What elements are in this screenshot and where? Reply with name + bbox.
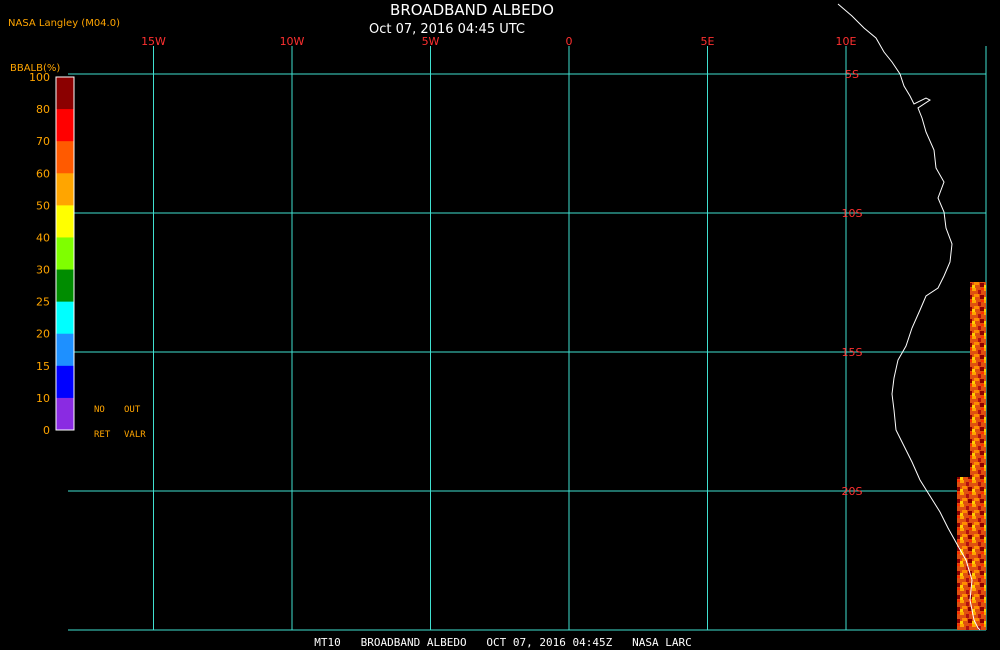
map-datetime: Oct 07, 2016 04:45 UTC xyxy=(369,22,525,37)
legend-swatch xyxy=(56,173,74,206)
legend-valr-label: VALR xyxy=(124,430,146,440)
legend-out-label: OUT xyxy=(124,405,141,415)
legend-tick-label: 60 xyxy=(36,167,50,180)
legend-swatch xyxy=(56,365,74,399)
legend-swatch xyxy=(56,109,74,142)
legend-tick-label: 10 xyxy=(36,392,50,405)
legend-ret-label: RET xyxy=(94,430,111,440)
legend-swatch xyxy=(56,397,74,431)
legend-swatch xyxy=(56,77,74,110)
legend-tick-label: 25 xyxy=(36,296,50,309)
legend-tick-label: 40 xyxy=(36,231,50,244)
legend-swatches xyxy=(56,77,74,431)
parallel-label: 20S xyxy=(842,485,863,498)
legend-swatch xyxy=(56,205,74,238)
footer-caption: MT10 BROADBAND ALBEDO OCT 07, 2016 04:45… xyxy=(314,636,692,649)
map-title: BROADBAND ALBEDO xyxy=(390,1,554,19)
meridian-label: 10E xyxy=(836,35,857,48)
legend-tick-label: 15 xyxy=(36,360,50,373)
source-label: NASA Langley (M04.0) xyxy=(8,18,120,29)
legend-tick-label: 70 xyxy=(36,135,50,148)
legend-tick-label: 50 xyxy=(36,199,50,212)
legend-swatch xyxy=(56,333,74,367)
parallel-label: 5S xyxy=(845,68,859,81)
meridian-label: 10W xyxy=(280,35,305,48)
legend-tick-label: 100 xyxy=(29,71,50,84)
legend-tick-label: 0 xyxy=(43,424,50,437)
legend-swatch xyxy=(56,301,74,335)
legend-tick-label: 30 xyxy=(36,264,50,277)
legend-swatch xyxy=(56,237,74,271)
graticule xyxy=(68,46,987,631)
parallel-label: 10S xyxy=(842,207,863,220)
color-legend: BBALB(%) 100807060504030252015100 NO RET… xyxy=(10,63,146,440)
legend-tick-labels: 100807060504030252015100 xyxy=(29,71,50,437)
legend-tick-label: 80 xyxy=(36,103,50,116)
legend-swatch xyxy=(56,269,74,303)
parallel-label: 15S xyxy=(842,346,863,359)
albedo-map: 15W 10W 5W 0 5E 10E5S10S15S20S NASA Langley (… xyxy=(8,1,987,649)
meridian-label: 0 xyxy=(566,35,573,48)
legend-tick-label: 20 xyxy=(36,328,50,341)
legend-no-label: NO xyxy=(94,405,105,415)
meridian-label: 5E xyxy=(701,35,715,48)
graticule-labels: 15W 10W 5W 0 5E 10E5S10S15S20S xyxy=(141,35,862,498)
legend-swatch xyxy=(56,141,74,174)
meridian-label: 15W xyxy=(141,35,166,48)
